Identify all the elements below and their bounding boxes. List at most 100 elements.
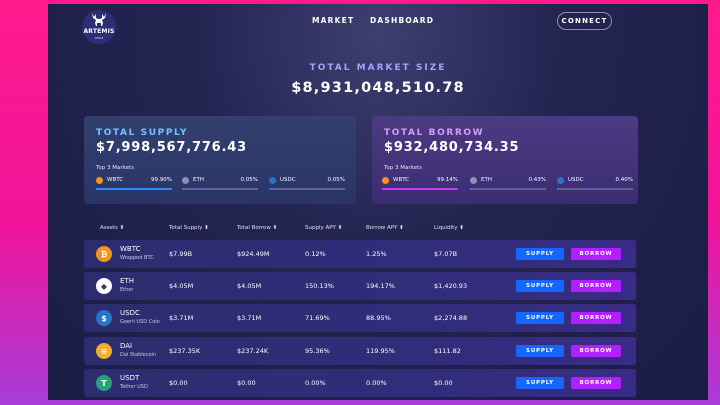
- asset-name: Goerli USD Coin: [120, 319, 160, 325]
- total-borrow-cell: $4.05M: [237, 282, 262, 290]
- table-row[interactable]: T USDT Tether USD $0.00 $0.00 0.00% 0.00% $0.00…: [84, 369, 636, 397]
- asset-symbol: ETH: [120, 277, 134, 285]
- supply-apy-cell: 150.13%: [305, 282, 334, 290]
- market-pct: 0.40%: [615, 177, 633, 183]
- header-liquidity[interactable]: Liquidity ⬍: [434, 225, 464, 231]
- asset-symbol: USDT: [120, 374, 140, 382]
- market-bar: [382, 188, 458, 190]
- asset-name: Tether USD: [120, 384, 148, 390]
- app-window: ARTEMIS aave MARKET DASHBOARD CONNECT TO…: [48, 4, 708, 400]
- total-supply-cell: $3.71M: [169, 314, 194, 322]
- borrow-button[interactable]: BORROW: [571, 280, 621, 292]
- liquidity-cell: $1,420.93: [434, 282, 468, 290]
- header-label: Total Borrow: [237, 225, 271, 231]
- wbtc-icon: ₿: [96, 246, 112, 262]
- market-bar: [96, 188, 172, 190]
- connect-button[interactable]: CONNECT: [557, 12, 612, 30]
- header-total-supply[interactable]: Total Supply ⬍: [169, 225, 209, 231]
- asset-symbol: DAI: [120, 342, 133, 350]
- total-borrow-card: TOTAL BORROW $932,480,734.35 Top 3 Marke…: [372, 116, 638, 204]
- borrow-button[interactable]: BORROW: [571, 377, 621, 389]
- market-bar: [182, 188, 258, 190]
- supply-apy-cell: 71.69%: [305, 314, 330, 322]
- market-pct: 0.43%: [528, 177, 546, 183]
- header-label: Assets: [100, 225, 118, 231]
- total-borrow-cell: $3.71M: [237, 314, 262, 322]
- total-borrow-cell: $237.24K: [237, 347, 269, 355]
- header-label: Liquidity: [434, 225, 458, 231]
- market-item: WBTC 99.14%: [382, 176, 458, 190]
- borrow-apy-cell: 88.95%: [366, 314, 391, 322]
- market-pct: 0.05%: [327, 177, 345, 183]
- asset-name: Dai Stablecoin: [120, 352, 157, 358]
- total-supply-card: TOTAL SUPPLY $7,998,567,776.43 Top 3 Mar…: [84, 116, 356, 204]
- sort-icon: ⬍: [272, 225, 278, 231]
- supply-button[interactable]: SUPPLY: [516, 280, 564, 292]
- borrow-apy-cell: 119.95%: [366, 347, 395, 355]
- sort-icon: ⬍: [119, 225, 125, 231]
- borrow-button[interactable]: BORROW: [571, 312, 621, 324]
- usdc-icon: $: [96, 310, 112, 326]
- wbtc-icon: [382, 177, 389, 184]
- card-value: $7,998,567,776.43: [96, 140, 247, 155]
- market-name: ETH: [193, 177, 204, 183]
- wbtc-icon: [96, 177, 103, 184]
- sort-icon: ⬍: [204, 225, 209, 231]
- table-row[interactable]: ◆ ETH Ether $4.05M $4.05M 150.13% 194.17% $1,42…: [84, 272, 636, 300]
- header-supply-apy[interactable]: Supply APY ⬍: [305, 225, 342, 231]
- borrow-apy-cell: 1.25%: [366, 250, 387, 258]
- liquidity-cell: $0.00: [434, 379, 453, 387]
- market-name: USDC: [280, 177, 296, 183]
- table-row[interactable]: $ USDC Goerli USD Coin $3.71M $3.71M 71.69% 88…: [84, 304, 636, 332]
- asset-symbol: USDC: [120, 309, 140, 317]
- sort-icon: ⬍: [337, 225, 343, 231]
- total-market-size-label: TOTAL MARKET SIZE: [309, 63, 447, 73]
- total-borrow-cell: $0.00: [237, 379, 256, 387]
- card-title: TOTAL SUPPLY: [96, 128, 189, 138]
- market-item: USDC 0.40%: [557, 176, 633, 190]
- market-pct: 99.14%: [437, 177, 458, 183]
- header-label: Borrow APY: [366, 225, 398, 231]
- supply-button[interactable]: SUPPLY: [516, 345, 564, 357]
- asset-name: Wrapped BTC: [120, 255, 154, 261]
- card-title: TOTAL BORROW: [384, 128, 485, 138]
- market-bar-fill: [96, 188, 172, 190]
- borrow-apy-cell: 194.17%: [366, 282, 395, 290]
- eth-icon: [182, 177, 189, 184]
- borrow-button[interactable]: BORROW: [571, 248, 621, 260]
- market-item: USDC 0.05%: [269, 176, 345, 190]
- nav-dashboard[interactable]: DASHBOARD: [370, 16, 434, 25]
- market-bar: [269, 188, 345, 190]
- supply-button[interactable]: SUPPLY: [516, 377, 564, 389]
- eth-icon: ◆: [96, 278, 112, 294]
- supply-apy-cell: 95.36%: [305, 347, 330, 355]
- supply-apy-cell: 0.00%: [305, 379, 326, 387]
- dai-icon: ≡: [96, 343, 112, 359]
- supply-button[interactable]: SUPPLY: [516, 312, 564, 324]
- header-borrow-apy[interactable]: Borrow APY ⬍: [366, 225, 404, 231]
- market-name: ETH: [481, 177, 492, 183]
- asset-name: Ether: [120, 287, 134, 293]
- market-pct: 0.05%: [240, 177, 258, 183]
- market-bar-fill: [382, 188, 458, 190]
- table-row[interactable]: ≡ DAI Dai Stablecoin $237.35K $237.24K 95.36%…: [84, 337, 636, 365]
- borrow-button[interactable]: BORROW: [571, 345, 621, 357]
- header-total-borrow[interactable]: Total Borrow ⬍: [237, 225, 277, 231]
- brand-sub: aave: [94, 36, 104, 40]
- top3-label: Top 3 Markets: [96, 165, 135, 171]
- liquidity-cell: $111.82: [434, 347, 461, 355]
- market-pct: 99.90%: [151, 177, 172, 183]
- liquidity-cell: $2,274.88: [434, 314, 468, 322]
- header-label: Supply APY: [305, 225, 336, 231]
- usdt-icon: T: [96, 375, 112, 391]
- supply-button[interactable]: SUPPLY: [516, 248, 564, 260]
- header-assets[interactable]: Assets ⬍: [100, 225, 124, 231]
- nav-market[interactable]: MARKET: [312, 16, 354, 25]
- table-row[interactable]: ₿ WBTC Wrapped BTC $7.99B $924.49M 0.12% 1.25%…: [84, 240, 636, 268]
- liquidity-cell: $7.07B: [434, 250, 458, 258]
- market-name: WBTC: [393, 177, 410, 183]
- market-item: WBTC 99.90%: [96, 176, 172, 190]
- header-label: Total Supply: [169, 225, 203, 231]
- market-bar: [557, 188, 633, 190]
- brand-name: ARTEMIS: [83, 28, 115, 35]
